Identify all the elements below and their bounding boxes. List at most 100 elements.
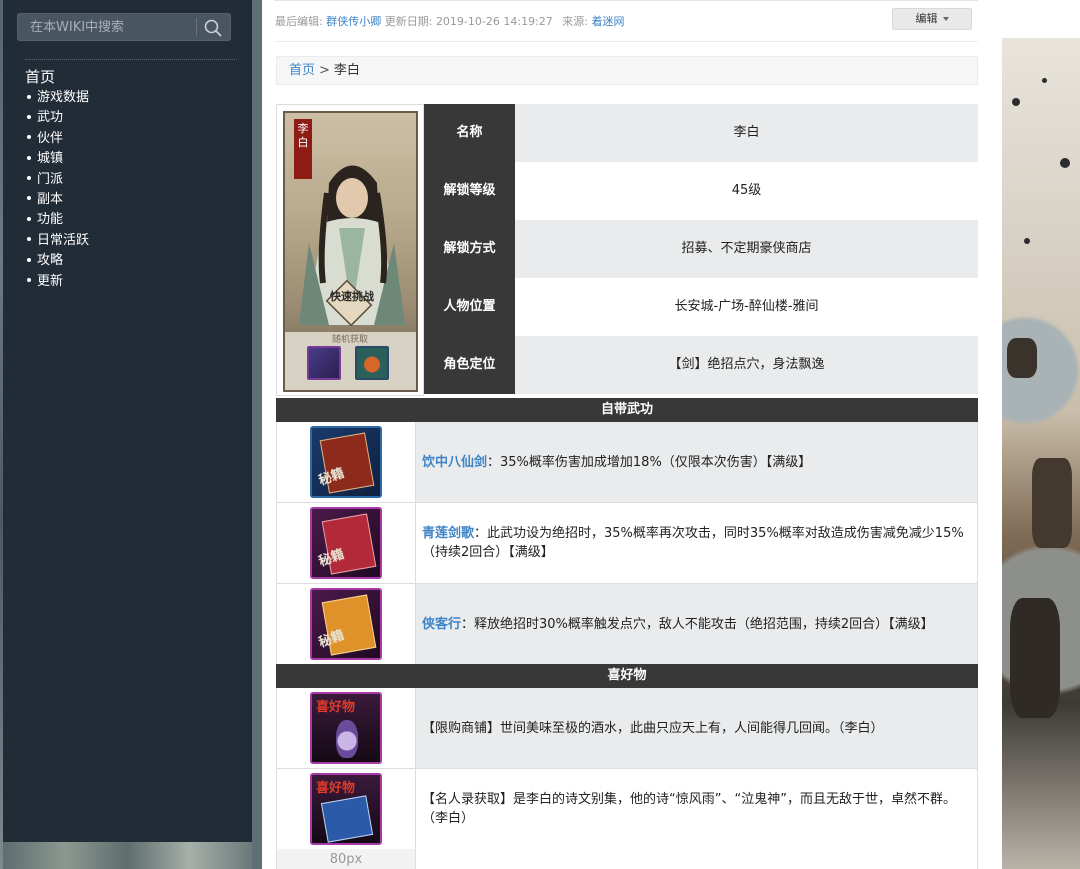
card-badge: 快速挑战	[330, 290, 374, 303]
skill-link[interactable]: 饮中八仙剑	[422, 455, 487, 470]
info-value: 李白	[515, 104, 978, 162]
info-key: 解锁方式	[424, 220, 515, 278]
gift-description: 【限购商铺】世间美味至极的酒水，此曲只应天上有，人间能得几回闻。（李白）	[422, 720, 884, 736]
bullet-icon	[27, 257, 31, 262]
sidebar-item-updates[interactable]: 更新	[27, 272, 89, 292]
skill-text: ：35%概率伤害加成增加18%（仅限本次伤害）【满级】	[487, 454, 812, 470]
edit-button-label: 编辑	[915, 12, 938, 25]
info-value: 长安城-广场-醉仙楼-雅间	[515, 278, 978, 336]
bullet-icon	[27, 135, 31, 140]
bullet-icon	[27, 114, 31, 119]
info-row-role: 角色定位 【剑】绝招点穴，身法飘逸	[424, 336, 978, 394]
skill-row: 秘籍 青莲剑歌：此武功设为绝招时，35%概率再次攻击，同时35%概率对敌造成伤害…	[276, 503, 978, 584]
card-label: 随机获取	[331, 335, 368, 345]
info-value: 招募、不定期豪侠商店	[515, 220, 978, 278]
bullet-icon	[27, 237, 31, 242]
sidebar-item-game-data[interactable]: 游戏数据	[27, 88, 89, 108]
bullet-icon	[27, 94, 31, 99]
table-footer-row: 80px	[276, 849, 978, 869]
vase-shape	[336, 720, 358, 758]
gift-label: 喜好物	[316, 781, 356, 796]
skill-text: ：此武功设为绝招时，35%概率再次攻击，同时35%概率对敌造成伤害减免减少15%…	[422, 526, 964, 560]
sidebar-item-partners[interactable]: 伙伴	[27, 129, 89, 149]
background-art-bottom	[3, 842, 252, 869]
skill-link[interactable]: 侠客行	[422, 617, 461, 632]
source-link[interactable]: 着迷网	[591, 15, 624, 28]
bullet-icon	[27, 196, 31, 201]
skill-row: 秘籍 侠客行：释放绝招时30%概率触发点穴，敌人不能攻击（绝招范围，持续2回合）…	[276, 584, 978, 665]
secret-book-icon: 秘籍	[310, 588, 382, 660]
breadcrumb-separator: >	[319, 63, 330, 78]
edit-meta: 最后编辑: 群侠传小卿 更新日期: 2019-10-26 14:19:27 来源…	[275, 13, 624, 29]
bullet-icon	[27, 216, 31, 221]
breadcrumb-current: 李白	[333, 63, 360, 78]
edit-meta-bar: 最后编辑: 群侠传小卿 更新日期: 2019-10-26 14:19:27 来源…	[274, 0, 978, 42]
update-date: 2019-10-26 14:19:27	[435, 15, 553, 28]
gift-item-icon	[307, 346, 341, 380]
card-name: 李白	[294, 119, 312, 179]
breadcrumb: 首页 > 李白	[276, 56, 978, 85]
editor-label: 最后编辑:	[275, 15, 323, 28]
skill-description: 饮中八仙剑：35%概率伤害加成增加18%（仅限本次伤害）【满级】	[422, 422, 972, 502]
sidebar-item-towns[interactable]: 城镇	[27, 149, 89, 169]
secret-book-icon: 秘籍	[310, 507, 382, 579]
section-header-skills: 自带武功	[276, 398, 978, 422]
search-button[interactable]	[202, 17, 224, 39]
skill-icon-cell: 秘籍	[277, 584, 416, 664]
info-key: 人物位置	[424, 278, 515, 336]
info-key: 角色定位	[424, 336, 515, 394]
info-key: 名称	[424, 104, 515, 162]
secret-book-icon: 秘籍	[310, 426, 382, 498]
source-label: 来源:	[562, 15, 588, 28]
background-art-right	[1002, 38, 1080, 869]
skill-icon-cell: 秘籍	[277, 503, 416, 583]
image-placeholder-cell: 80px	[277, 849, 416, 869]
info-value: 45级	[515, 162, 978, 220]
wine-vase-icon: 喜好物	[310, 692, 382, 764]
search-divider	[196, 18, 197, 36]
sidebar-home-link[interactable]: 首页	[25, 66, 55, 87]
skill-row: 秘籍 饮中八仙剑：35%概率伤害加成增加18%（仅限本次伤害）【满级】	[276, 422, 978, 503]
breadcrumb-home[interactable]: 首页	[289, 63, 315, 78]
info-key: 解锁等级	[424, 162, 515, 220]
editor-link[interactable]: 群侠传小卿	[326, 15, 381, 28]
sidebar-item-features[interactable]: 功能	[27, 210, 89, 230]
sidebar-item-guides[interactable]: 攻略	[27, 251, 89, 271]
skill-icon-cell: 秘籍	[277, 422, 416, 502]
character-portrait: 李白 快速挑战 随机获取	[276, 104, 424, 396]
sidebar-item-martial-arts[interactable]: 武功	[27, 108, 89, 128]
info-row-location: 人物位置 长安城-广场-醉仙楼-雅间	[424, 278, 978, 336]
gift-row: 喜好物 【名人录获取】是李白的诗文别集，他的诗“惊风雨”、“泣鬼神”，而且无敌于…	[276, 769, 978, 850]
bullet-icon	[27, 155, 31, 160]
book-cover	[320, 795, 374, 843]
info-row-unlock-method: 解锁方式 招募、不定期豪侠商店	[424, 220, 978, 278]
info-row-unlock-level: 解锁等级 45级	[424, 162, 978, 220]
gift-icon-cell: 喜好物	[277, 688, 416, 768]
skill-link[interactable]: 青莲剑歌	[422, 526, 474, 541]
search-box	[17, 13, 231, 41]
gift-row: 喜好物 【限购商铺】世间美味至极的酒水，此曲只应天上有，人间能得几回闻。（李白）	[276, 688, 978, 769]
poetry-book-icon: 喜好物	[310, 773, 382, 845]
search-icon	[204, 19, 222, 37]
info-row-name: 名称 李白	[424, 104, 978, 162]
card-items: 随机获取	[285, 331, 416, 390]
skill-description: 青莲剑歌：此武功设为绝招时，35%概率再次攻击，同时35%概率对敌造成伤害减免减…	[422, 503, 972, 583]
bullet-icon	[27, 278, 31, 283]
sidebar-nav: 游戏数据 武功 伙伴 城镇 门派 副本 功能 日常活跃 攻略 更新	[27, 88, 89, 292]
search-input[interactable]	[18, 14, 196, 40]
fruit-item-icon	[355, 346, 389, 380]
caret-down-icon	[942, 17, 949, 21]
gift-icon-cell: 喜好物	[277, 769, 416, 849]
sidebar-item-sects[interactable]: 门派	[27, 170, 89, 190]
skill-text: ：释放绝招时30%概率触发点穴，敌人不能攻击（绝招范围，持续2回合）【满级】	[461, 616, 934, 632]
section-header-gifts: 喜好物	[276, 664, 978, 688]
sidebar: 首页 游戏数据 武功 伙伴 城镇 门派 副本 功能 日常活跃 攻略 更新	[3, 0, 252, 842]
sidebar-item-dungeons[interactable]: 副本	[27, 190, 89, 210]
gift-label: 喜好物	[316, 700, 356, 715]
character-card: 李白 快速挑战 随机获取	[283, 111, 418, 392]
skill-description: 侠客行：释放绝招时30%概率触发点穴，敌人不能攻击（绝招范围，持续2回合）【满级…	[422, 584, 972, 664]
gift-description: 【名人录获取】是李白的诗文别集，他的诗“惊风雨”、“泣鬼神”，而且无敌于世，卓然…	[422, 792, 956, 826]
edit-button[interactable]: 编辑	[892, 8, 972, 30]
sidebar-item-daily[interactable]: 日常活跃	[27, 231, 89, 251]
date-label: 更新日期:	[384, 15, 433, 28]
